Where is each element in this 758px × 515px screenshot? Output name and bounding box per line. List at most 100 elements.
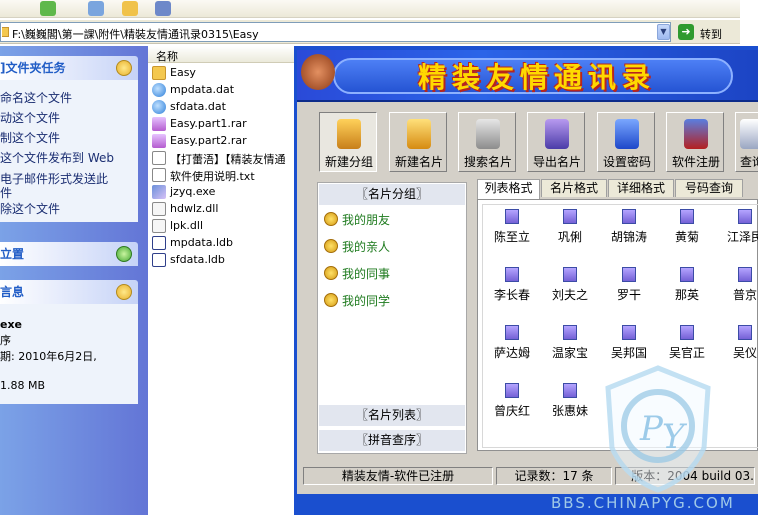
- export-card-icon: [545, 119, 569, 149]
- details-header[interactable]: 言息: [0, 280, 138, 304]
- contact-item[interactable]: 曾庆红: [483, 383, 541, 419]
- file-row[interactable]: mpdata.ldb: [152, 235, 294, 252]
- detail-app: 序: [0, 334, 11, 347]
- group-item[interactable]: 我的同事: [324, 265, 390, 282]
- ldb-file-icon: [152, 253, 166, 267]
- groups-header: 〖名片分组〗: [319, 184, 465, 205]
- contact-item[interactable]: 罗干: [600, 267, 658, 303]
- contact-card-icon: [738, 325, 752, 340]
- contact-item[interactable]: 胡锦涛: [600, 209, 658, 245]
- file-row[interactable]: sfdata.dat: [152, 99, 294, 116]
- card-list-button[interactable]: 〖名片列表〗: [319, 405, 465, 426]
- dat-file-icon: [152, 83, 166, 97]
- chevron-down-icon[interactable]: ▼: [657, 24, 670, 40]
- register-button[interactable]: 软件注册: [666, 112, 724, 172]
- task-delete[interactable]: 除这个文件: [0, 200, 60, 217]
- export-card-button[interactable]: 导出名片: [527, 112, 585, 172]
- dll-file-icon: [152, 202, 166, 216]
- folders-icon[interactable]: [122, 1, 138, 16]
- task-move[interactable]: 动这个文件: [0, 109, 60, 126]
- query-button[interactable]: 查询: [735, 112, 758, 172]
- contact-card-icon: [505, 325, 519, 340]
- contact-item[interactable]: 江泽民: [716, 209, 758, 245]
- task-email-cont[interactable]: 件: [0, 184, 12, 201]
- contact-card-icon: [563, 209, 577, 224]
- contact-card-icon: [563, 267, 577, 282]
- go-button-label[interactable]: 转到: [700, 26, 722, 42]
- new-card-icon: [407, 119, 431, 149]
- expand-icon[interactable]: [116, 246, 132, 262]
- dat-file-icon: [152, 100, 166, 114]
- collapse-icon[interactable]: [116, 284, 132, 300]
- contact-item[interactable]: 温家宝: [541, 325, 599, 361]
- file-row[interactable]: Easy: [152, 65, 294, 82]
- group-icon: [324, 239, 338, 253]
- contact-item[interactable]: 张惠妹: [541, 383, 599, 419]
- contact-item[interactable]: 李长春: [483, 267, 541, 303]
- task-email[interactable]: 电子邮件形式发送此: [0, 170, 108, 187]
- tab-number-query[interactable]: 号码查询: [675, 179, 743, 197]
- search-card-button[interactable]: 搜索名片: [458, 112, 516, 172]
- back-icon[interactable]: [40, 1, 56, 16]
- dll-file-icon: [152, 219, 166, 233]
- group-item[interactable]: 我的朋友: [324, 211, 390, 228]
- contact-card-icon: [622, 267, 636, 282]
- search-icon[interactable]: [88, 1, 104, 16]
- tab-list-format[interactable]: 列表格式: [477, 179, 540, 199]
- contact-item[interactable]: 巩俐: [541, 209, 599, 245]
- column-header-name[interactable]: 名称: [148, 46, 294, 63]
- pinyin-order-button[interactable]: 〖拼音查序〗: [319, 430, 465, 451]
- contact-item[interactable]: 吴仪: [716, 325, 758, 361]
- svg-text:Y: Y: [662, 417, 688, 457]
- contact-item[interactable]: 那英: [658, 267, 716, 303]
- file-tasks-header[interactable]: ]文件夹任务: [0, 56, 138, 80]
- contact-item[interactable]: 吴邦国: [600, 325, 658, 361]
- collapse-icon[interactable]: [116, 60, 132, 76]
- file-row[interactable]: hdwlz.dll: [152, 201, 294, 218]
- contact-card-icon: [622, 325, 636, 340]
- file-row[interactable]: jzyq.exe: [152, 184, 294, 201]
- file-row[interactable]: Easy.part2.rar: [152, 133, 294, 150]
- file-row[interactable]: Easy.part1.rar: [152, 116, 294, 133]
- contact-item[interactable]: 陈至立: [483, 209, 541, 245]
- contact-card-icon: [680, 325, 694, 340]
- views-icon[interactable]: [155, 1, 171, 16]
- group-item[interactable]: 我的亲人: [324, 238, 390, 255]
- detail-size: 1.88 MB: [0, 379, 46, 392]
- tab-card-format[interactable]: 名片格式: [541, 179, 607, 197]
- contact-card-icon: [505, 383, 519, 398]
- tab-detail-format[interactable]: 详细格式: [608, 179, 674, 197]
- go-arrow-icon[interactable]: ➜: [678, 24, 694, 40]
- task-rename[interactable]: 命名这个文件: [0, 89, 72, 106]
- group-icon: [324, 212, 338, 226]
- contact-item[interactable]: 黄菊: [658, 209, 716, 245]
- contact-card-icon: [622, 209, 636, 224]
- app-title: 精装友情通讯录: [417, 61, 656, 94]
- group-item[interactable]: 我的同学: [324, 292, 390, 309]
- file-row[interactable]: lpk.dll: [152, 218, 294, 235]
- file-row[interactable]: mpdata.dat: [152, 82, 294, 99]
- contact-card-icon: [505, 267, 519, 282]
- file-list: 名称 Easy mpdata.dat sfdata.dat Easy.part1…: [148, 46, 294, 515]
- contact-card-icon: [680, 209, 694, 224]
- new-card-button[interactable]: 新建名片: [389, 112, 447, 172]
- contact-item[interactable]: 刘夫之: [541, 267, 599, 303]
- task-publish-web[interactable]: 这个文件发布到 Web: [0, 149, 114, 166]
- contact-item[interactable]: 萨达姆: [483, 325, 541, 361]
- status-record-count: 记录数：17 条: [496, 467, 612, 485]
- set-password-button[interactable]: 设置密码: [597, 112, 655, 172]
- query-icon: [740, 119, 758, 149]
- new-group-button[interactable]: 新建分组: [319, 112, 377, 172]
- contact-item[interactable]: 吴官正: [658, 325, 716, 361]
- text-file-icon: [152, 168, 166, 182]
- address-field[interactable]: F:\巍巍閣\第一課\附件\精裝友情通讯录0315\Easy ▼: [0, 22, 671, 42]
- file-row[interactable]: 【打蕾浯】【精装友情通: [152, 150, 294, 167]
- status-registered: 精装友情-软件已注册: [303, 467, 493, 485]
- contact-item[interactable]: 普京: [716, 267, 758, 303]
- file-tasks-list: 命名这个文件 动这个文件 制这个文件 这个文件发布到 Web 电子邮件形式发送此…: [0, 80, 138, 222]
- details-body: exe 序 期: 2010年6月2日, 1.88 MB: [0, 304, 138, 404]
- file-row[interactable]: 软件使用说明.txt: [152, 167, 294, 184]
- task-copy[interactable]: 制这个文件: [0, 129, 60, 146]
- file-row[interactable]: sfdata.ldb: [152, 252, 294, 269]
- other-places-header[interactable]: 立置: [0, 242, 138, 266]
